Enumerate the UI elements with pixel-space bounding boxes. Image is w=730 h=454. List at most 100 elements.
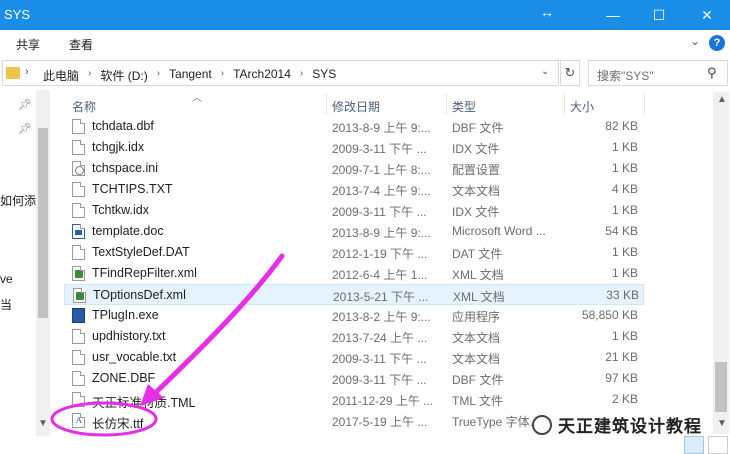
breadcrumb-item[interactable]: Tangent	[169, 67, 212, 84]
file-date: 2013-8-2 上午 9:...	[332, 310, 431, 324]
column-header-size[interactable]: 大小	[570, 98, 594, 115]
file-date: 2011-12-29 上午 ...	[332, 394, 434, 408]
details-view-button[interactable]	[684, 436, 704, 454]
file-icon	[72, 140, 85, 155]
file-list-scrollbar[interactable]: ▲ ▼	[713, 92, 729, 434]
file-row[interactable]: TextStyleDef.DAT 2012-1-19 下午 ... DAT 文件 1 …	[64, 242, 644, 263]
file-size: 1 KB	[611, 329, 638, 343]
file-row[interactable]: usr_vocable.txt 2009-3-11 下午 ... 文本文档 21 KB	[64, 347, 644, 368]
file-size: 1 KB	[611, 161, 638, 175]
file-size: 1 KB	[611, 245, 638, 259]
tab-view[interactable]: 查看	[69, 36, 93, 53]
window-title: SYS	[4, 7, 31, 22]
file-name: tchdata.dbf	[92, 119, 154, 133]
file-row[interactable]: TPlugIn.exe 2013-8-2 上午 9:... 应用程序 58,850 K…	[64, 305, 644, 326]
file-row[interactable]: template.doc 2013-8-9 上午 9:... Microsoft W…	[64, 221, 644, 242]
file-name: updhistory.txt	[92, 329, 166, 343]
file-date: 2013-8-9 上午 9:...	[332, 226, 431, 240]
chevron-right-icon[interactable]: ›	[157, 68, 160, 85]
column-divider[interactable]	[326, 94, 327, 114]
file-icon	[72, 203, 85, 218]
file-size: 2 KB	[611, 392, 638, 406]
file-row[interactable]: tchdata.dbf 2013-8-9 上午 9:... DBF 文件 82 KB	[64, 116, 644, 137]
file-date: 2013-7-24 上午 ...	[332, 331, 428, 345]
refresh-button[interactable]: ↻	[560, 60, 580, 86]
maximize-button[interactable]: ☐	[636, 0, 682, 30]
column-divider[interactable]	[446, 94, 447, 114]
file-icon	[72, 119, 85, 134]
file-icon	[72, 392, 85, 407]
large-icons-view-button[interactable]	[708, 436, 728, 454]
breadcrumb-item[interactable]: 软件 (D:)	[100, 67, 147, 84]
chevron-right-icon[interactable]: ›	[221, 68, 224, 85]
file-row[interactable]: updhistory.txt 2013-7-24 上午 ... 文本文档 1 KB	[64, 326, 644, 347]
file-list: tchdata.dbf 2013-8-9 上午 9:... DBF 文件 82 KB …	[64, 116, 714, 434]
chevron-right-icon[interactable]: ›	[88, 68, 91, 85]
column-header-type[interactable]: 类型	[452, 98, 476, 115]
nav-item-fragment[interactable]: ve	[0, 272, 13, 286]
file-type: IDX 文件	[452, 142, 500, 156]
nav-item-fragment[interactable]: 当	[0, 296, 12, 313]
column-divider[interactable]	[564, 94, 565, 114]
expand-ribbon-icon[interactable]: ⌄	[690, 34, 700, 48]
minimize-button[interactable]: —	[590, 0, 636, 30]
chevron-down-icon[interactable]: ⌄	[541, 66, 549, 77]
file-type: Microsoft Word ...	[452, 224, 546, 238]
file-name: usr_vocable.txt	[92, 350, 177, 364]
close-button[interactable]: ✕	[684, 0, 730, 30]
view-toggle	[684, 436, 730, 454]
file-date: 2013-7-4 上午 9:...	[332, 184, 431, 198]
file-size: 82 KB	[605, 119, 638, 133]
file-type: 文本文档	[452, 331, 501, 345]
file-type: TrueType 字体...	[452, 415, 540, 429]
scrollbar-thumb[interactable]	[38, 128, 48, 318]
file-row[interactable]: 天正标准材质.TML 2011-12-29 上午 ... TML 文件 2 KB	[64, 389, 644, 410]
file-name: Tchtkw.idx	[92, 203, 149, 217]
column-divider[interactable]	[644, 94, 645, 114]
exe-icon	[72, 308, 85, 323]
scroll-up-icon[interactable]: ▲	[717, 94, 727, 105]
breadcrumb-item[interactable]: SYS	[312, 67, 336, 84]
file-row[interactable]: ZONE.DBF 2009-3-11 下午 ... DBF 文件 97 KB	[64, 368, 644, 389]
column-header-name[interactable]: 名称	[72, 98, 96, 115]
chevron-right-icon[interactable]: ›	[25, 66, 29, 78]
pin-icon[interactable]: 📌︎	[18, 98, 32, 111]
file-row-selected[interactable]: TOptionsDef.xml 2013-5-21 下午 ... XML 文档 33 …	[64, 284, 644, 305]
file-icon	[72, 245, 85, 260]
file-row[interactable]: tchgjk.idx 2009-3-11 下午 ... IDX 文件 1 KB	[64, 137, 644, 158]
file-row[interactable]: TCHTIPS.TXT 2013-7-4 上午 9:... 文本文档 4 KB	[64, 179, 644, 200]
tab-share[interactable]: 共享	[16, 36, 40, 53]
file-date: 2009-3-11 下午 ...	[332, 142, 427, 156]
xml-file-icon	[72, 266, 85, 281]
scroll-down-icon[interactable]: ▼	[38, 418, 48, 429]
pin-icon[interactable]: 📌︎	[18, 122, 32, 135]
file-row[interactable]: Tchtkw.idx 2009-3-11 下午 ... IDX 文件 1 KB	[64, 200, 644, 221]
file-row[interactable]: tchspace.ini 2009-7-1 上午 8:... 配置设置 1 KB	[64, 158, 644, 179]
search-input[interactable]: 搜索"SYS" ⚲	[588, 60, 728, 86]
file-size: 1 KB	[611, 266, 638, 280]
breadcrumb-item[interactable]: 此电脑	[43, 67, 79, 84]
nav-scrollbar[interactable]: ▼	[36, 90, 50, 436]
scroll-down-icon[interactable]: ▼	[717, 418, 727, 429]
search-icon[interactable]: ⚲	[707, 65, 717, 81]
file-name: tchgjk.idx	[92, 140, 145, 154]
column-headers: ︿ 名称 修改日期 类型 大小	[64, 92, 714, 116]
file-type: DAT 文件	[452, 247, 503, 261]
file-row[interactable]: TFindRepFilter.xml 2012-6-4 上午 1... XML 文档…	[64, 263, 644, 284]
chevron-right-icon[interactable]: ›	[300, 68, 303, 85]
file-date: 2013-8-9 上午 9:...	[332, 121, 431, 135]
resize-cursor-icon: ↔	[540, 4, 554, 20]
breadcrumb: 此电脑 › 软件 (D:) › Tangent › TArch2014 › SY…	[43, 67, 336, 84]
file-type: 文本文档	[452, 352, 501, 366]
file-size: 97 KB	[605, 371, 638, 385]
scrollbar-thumb[interactable]	[715, 362, 727, 412]
help-icon[interactable]: ?	[709, 35, 725, 51]
settings-file-icon	[72, 161, 85, 176]
file-size: 33 KB	[606, 288, 639, 302]
address-bar[interactable]: › 此电脑 › 软件 (D:) › Tangent › TArch2014 › …	[2, 60, 559, 86]
nav-item-fragment[interactable]: 如何添	[0, 192, 36, 209]
column-header-date[interactable]: 修改日期	[332, 98, 380, 115]
file-name: ZONE.DBF	[92, 371, 156, 385]
word-doc-icon	[72, 224, 85, 239]
breadcrumb-item[interactable]: TArch2014	[233, 67, 291, 84]
